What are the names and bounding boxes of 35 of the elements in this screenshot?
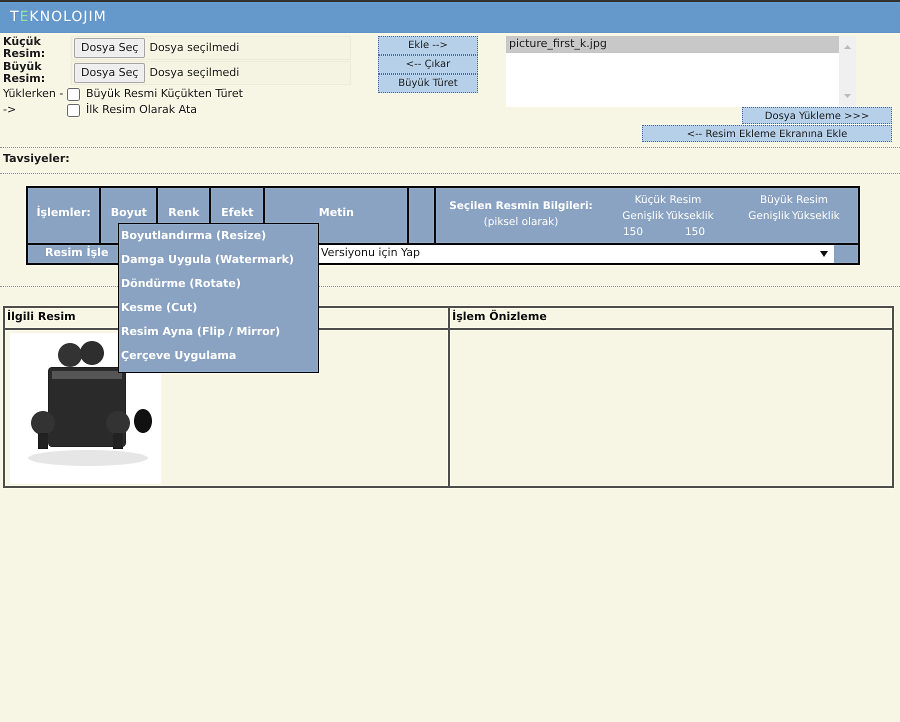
checkbox[interactable] <box>67 88 80 100</box>
field-label: Küçük Resim: <box>3 36 46 60</box>
action-button[interactable]: Ekle --> <box>378 36 478 55</box>
choose-file-button[interactable]: Dosya Seç <box>74 62 146 84</box>
section-label: Tavsiyeler: <box>2 151 71 167</box>
scrollbar[interactable] <box>839 36 856 107</box>
logo: TEKNOLOJIM <box>10 8 107 27</box>
choose-file-button[interactable]: Dosya Seç <box>74 38 146 58</box>
action-button[interactable]: <-- Çıkar <box>378 55 478 74</box>
info-subtitle: (piksel olarak) <box>484 215 558 230</box>
column-header: Genişlik <box>747 209 791 224</box>
checkbox[interactable] <box>67 104 80 116</box>
upload-button[interactable]: <-- Resim Ekleme Ekranına Ekle <box>642 125 892 142</box>
value-text: 150 <box>684 226 706 238</box>
file-status-text: Dosya seçilmedi <box>149 64 240 81</box>
column-group-title: Küçük Resim <box>634 193 702 208</box>
checkbox-label: Büyük Resmi Küçükten Türet <box>86 86 243 102</box>
checkbox-label: İlk Resim Olarak Ata <box>86 102 198 118</box>
column-header: Yükseklik <box>664 209 715 224</box>
column-header: Yükseklik <box>790 209 841 224</box>
column-header: İşlem Önizleme <box>449 306 893 328</box>
file-list[interactable]: picture_first_k.jpg <box>506 36 856 107</box>
file-field[interactable]: Dosya Seç Dosya seçilmedi <box>71 61 351 85</box>
column-group-title: Büyük Resim <box>760 193 828 208</box>
file-field[interactable]: Dosya Seç Dosya seçilmedi <box>71 36 351 60</box>
file-status-text: Dosya seçilmedi <box>149 40 240 56</box>
value-text: 150 <box>622 226 644 238</box>
upload-button[interactable]: Dosya Yükleme >>> <box>742 107 892 124</box>
action-button[interactable]: Büyük Türet <box>378 74 478 93</box>
operations-label: İşlemler: <box>27 186 100 244</box>
info-title: Seçilen Resmin Bilgileri: <box>449 199 593 214</box>
options-label: Yüklerken --> <box>3 86 64 118</box>
field-label: Büyük Resim: <box>3 61 46 85</box>
list-item[interactable]: picture_first_k.jpg <box>506 36 839 52</box>
column-header: Genişlik <box>621 209 665 224</box>
